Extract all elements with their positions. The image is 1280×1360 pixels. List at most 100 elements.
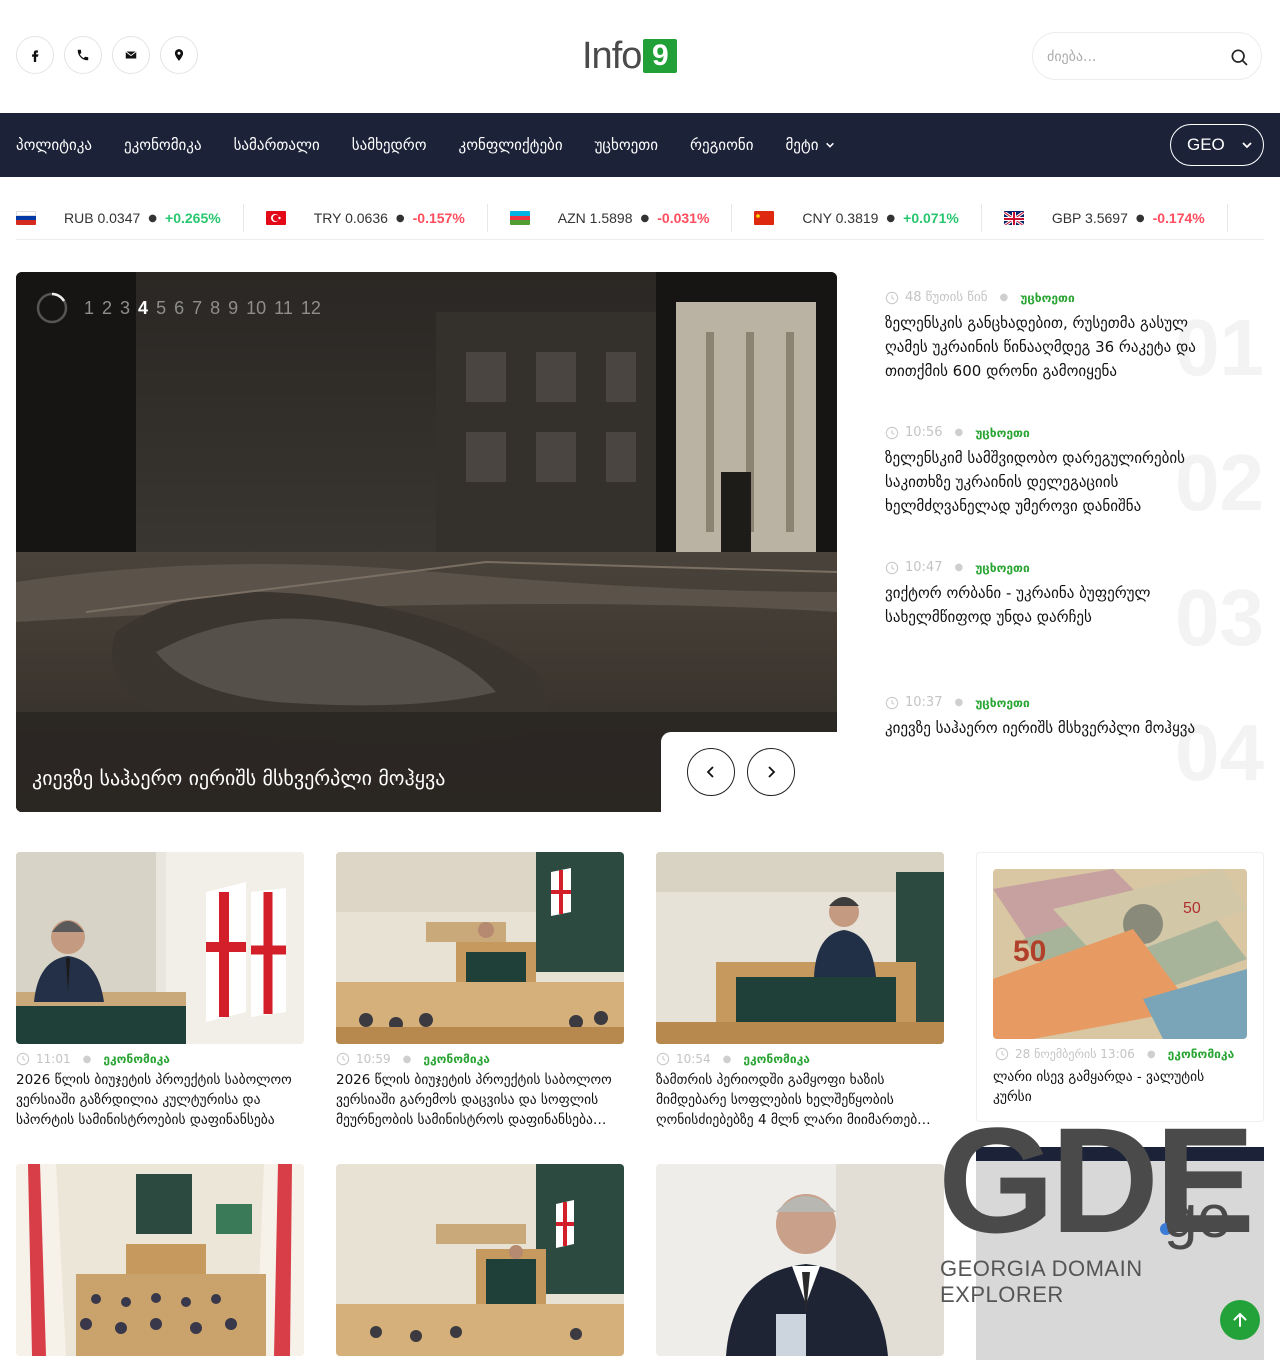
item-title[interactable]: ვიქტორ ორბანი - უკრაინა ბუფერულ სახელმწი… [885,581,1225,629]
card-category[interactable]: ეკონომიკა [103,1052,170,1066]
list-item[interactable]: 02 10:56 ● უცხოეთი ზელენსკიმ სამშვიდობო … [885,425,1264,545]
item-meta: 48 წუთის წინ ● უცხოეთი [885,290,1264,305]
currency-ticker: RUB 0.0347 ● +0.265% TRY 0.0636 ● -0.157… [16,198,1264,240]
nav-item-law[interactable]: სამართალი [234,136,320,154]
rate-change: -0.157% [412,210,465,226]
rate-code: CNY 0.3819 [802,210,879,226]
list-item[interactable]: 04 10:37 ● უცხოეთი კიევზე საჰაერო იერიშს… [885,695,1264,815]
turkey-flag-icon [265,211,286,225]
item-title[interactable]: კიევზე საჰაერო იერიშს მსხვერპლი მოჰყვა [885,716,1225,740]
language-label: GEO [1187,135,1225,154]
slider-pager: 1 2 3 4 5 6 7 8 9 10 11 12 [36,292,321,324]
slider-page[interactable]: 10 [246,298,266,319]
rate-code: GBP 3.5697 [1051,210,1128,226]
news-card[interactable] [656,1164,944,1356]
hero-image [16,272,837,812]
news-card[interactable]: 10:54 ● ეკონომიკა ზამთრის პერიოდში გამყო… [656,852,944,1130]
gde-advertisement[interactable]: GDE ge GEORGIA DOMAIN EXPLORER [938,1105,1258,1307]
slider-page[interactable]: 1 [84,298,94,319]
language-select[interactable]: GEO [1170,124,1264,166]
card-category[interactable]: ეკონომიკა [423,1052,490,1066]
news-card-image[interactable]: 50 50 [993,869,1247,1039]
hero-title[interactable]: კიევზე საჰაერო იერიშს მსხვერპლი მოჰყვა [32,766,445,790]
news-card[interactable]: 11:01 ● ეკონომიკა 2026 წლის ბიუჯეტის პრო… [16,852,304,1130]
slider-page[interactable]: 9 [228,298,238,319]
site-logo[interactable]: Info 9 [582,37,678,75]
news-card[interactable]: 50 50 28 ნოემბერის 13:06 ● ეკონომიკა ლარ… [976,852,1264,1122]
item-category[interactable]: უცხოეთი [975,696,1030,710]
slider-page[interactable]: 8 [210,298,220,319]
nav-more-label: მეტი [785,136,819,154]
separator-dot: ● [82,1053,92,1065]
location-link[interactable] [160,36,198,74]
gde-tagline: GEORGIA DOMAIN EXPLORER [940,1256,1143,1307]
mail-link[interactable] [112,36,150,74]
item-meta: 10:47 ● უცხოეთი [885,560,1264,575]
slider-page[interactable]: 6 [174,298,184,319]
clock-icon [995,1047,1009,1061]
nav-item-conflicts[interactable]: კონფლიქტები [459,136,563,154]
nav-item-region[interactable]: რეგიონი [690,136,753,154]
nav-item-military[interactable]: სამხედრო [352,136,427,154]
card-meta: 11:01 ● ეკონომიკა [16,1052,304,1066]
news-card[interactable] [336,1164,624,1356]
list-item[interactable]: 01 48 წუთის წინ ● უცხოეთი ზელენსკის განც… [885,290,1264,410]
card-category[interactable]: ეკონომიკა [1168,1047,1235,1061]
nav-item-economy[interactable]: ეკონომიკა [124,136,202,154]
rate-item: CNY 0.3819 ● +0.071% [754,204,982,232]
rate-item: TRY 0.0636 ● -0.157% [265,204,488,232]
item-category[interactable]: უცხოეთი [1020,291,1075,305]
rate-change: -0.174% [1152,210,1205,226]
slider-page[interactable]: 11 [274,298,293,319]
search-input[interactable] [1047,45,1217,69]
card-title[interactable]: 2026 წლის ბიუჯეტის პროექტის საბოლოო ვერს… [336,1070,624,1130]
item-time: 48 წუთის წინ [905,290,988,305]
slider-next-button[interactable] [747,748,795,796]
item-title[interactable]: ზელენსკის განცხადებით, რუსეთმა გასულ ღამ… [885,311,1225,383]
item-category[interactable]: უცხოეთი [975,426,1030,440]
slider-page[interactable]: 2 [102,298,112,319]
card-meta: 28 ნოემბერის 13:06 ● ეკონომიკა [995,1047,1234,1061]
nav-item-foreign[interactable]: უცხოეთი [595,136,658,154]
card-category[interactable]: ეკონომიკა [743,1052,810,1066]
news-card-image[interactable] [16,1164,304,1356]
clock-icon [885,291,899,304]
nav-item-more[interactable]: მეტი [785,136,834,154]
news-card-image[interactable] [656,1164,944,1356]
news-card-image[interactable] [336,1164,624,1356]
clock-icon [16,1052,30,1066]
item-title[interactable]: ზელენსკიმ სამშვიდობო დარეგულირების საკით… [885,446,1225,518]
card-title[interactable]: 2026 წლის ბიუჯეტის პროექტის საბოლოო ვერს… [16,1070,304,1130]
separator-dot: ● [402,1053,412,1065]
item-time: 10:56 [905,425,943,440]
news-card-image[interactable] [336,852,624,1044]
card-meta: 10:54 ● ეკონომიკა [656,1052,944,1066]
card-meta: 10:59 ● ეკონომიკა [336,1052,624,1066]
hero-slider[interactable]: 1 2 3 4 5 6 7 8 9 10 11 12 კიევზე საჰაერ… [16,272,837,812]
rate-item: GBP 3.5697 ● -0.174% [1003,204,1228,232]
phone-link[interactable] [64,36,102,74]
back-to-top-button[interactable] [1220,1300,1260,1340]
slider-page[interactable]: 5 [156,298,166,319]
separator-dot: ● [999,292,1009,303]
card-time: 10:59 [356,1052,391,1066]
rate-code: TRY 0.0636 [313,210,388,226]
slider-page-active[interactable]: 4 [138,298,148,319]
rate-change: +0.071% [903,210,959,226]
news-card-image[interactable] [16,852,304,1044]
nav-item-politics[interactable]: პოლიტიკა [16,136,92,154]
card-title[interactable]: ზამთრის პერიოდში გამყოფი ხაზის მიმდებარე… [656,1070,944,1130]
facebook-link[interactable] [16,36,54,74]
news-card[interactable]: 10:59 ● ეკონომიკა 2026 წლის ბიუჯეტის პრო… [336,852,624,1130]
separator-dot: ● [954,427,964,438]
slider-prev-button[interactable] [687,748,735,796]
search-icon[interactable] [1229,47,1249,67]
list-item[interactable]: 03 10:47 ● უცხოეთი ვიქტორ ორბანი - უკრაი… [885,560,1264,680]
slider-page[interactable]: 7 [192,298,202,319]
item-category[interactable]: უცხოეთი [975,561,1030,575]
news-card[interactable] [16,1164,304,1356]
news-card-image[interactable] [656,852,944,1044]
russia-flag-icon [16,211,36,225]
slider-page[interactable]: 12 [301,298,321,319]
slider-page[interactable]: 3 [120,298,130,319]
